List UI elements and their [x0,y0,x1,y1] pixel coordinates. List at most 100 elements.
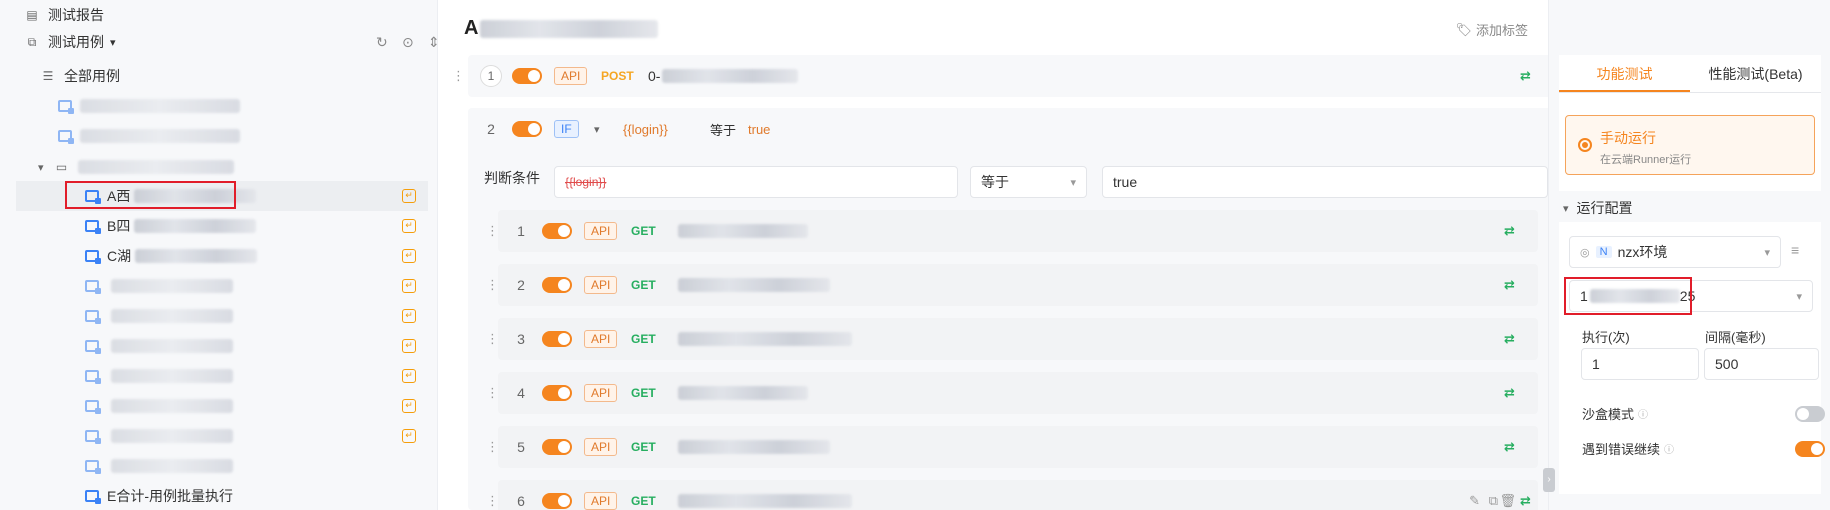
delete-icon[interactable]: 🗑 [1499,493,1516,509]
condition-operator: 等于 [710,122,737,138]
run-config-header[interactable]: ▾ 运行配置 [1563,198,1633,218]
refresh-icon[interactable]: ↻ [376,34,388,51]
case-icon [85,490,101,504]
sidebar-section-cases[interactable]: ⧉ 测试用例 ▾ ↻ ⊙ ⇕ [24,27,440,57]
list-item[interactable]: ↵ [16,271,428,301]
sub-step-row[interactable]: 6 API GET ✎ ⧉ 🗑 ⇄ [498,480,1538,510]
sub-step-row[interactable]: 2 API GET ⇄ [498,264,1538,306]
interval-label: 间隔(毫秒) [1705,330,1766,345]
shuffle-icon[interactable]: ⇄ [1504,332,1518,346]
list-item[interactable] [58,121,240,151]
copy-icon[interactable]: ⧉ [1489,493,1498,509]
collapse-panel-icon[interactable]: › [1543,468,1555,492]
step-type-tag: API [584,222,618,240]
exec-count-input[interactable]: 1 [1581,348,1699,380]
tab-functional-test[interactable]: 功能测试 [1559,55,1690,92]
sub-step-row[interactable]: 4 API GET ⇄ [498,372,1538,414]
shuffle-icon[interactable]: ⇄ [1504,386,1518,400]
list-item[interactable]: C湖 ↵ [16,241,428,271]
list-item[interactable]: E合计-用例批量执行 [16,481,428,510]
sub-step-row[interactable]: 5 API GET ⇄ [498,426,1538,468]
shuffle-icon[interactable]: ⇄ [1504,224,1518,238]
redacted-text [662,69,798,83]
environment-select[interactable]: ◎ N nzx环境 ▾ [1569,236,1781,268]
continue-on-error-label-row: 遇到错误继续 ⓘ [1582,439,1674,458]
list-item[interactable]: ↵ [16,361,428,391]
step-enable-toggle[interactable] [542,493,572,509]
list-item[interactable] [58,91,240,121]
sidebar-item-label: 全部用例 [64,68,120,84]
environment-badge: N [1595,246,1612,258]
run-mode-option[interactable]: 手动运行 在云端Runner运行 [1565,115,1815,175]
http-method: GET [631,386,656,400]
step-enable-toggle[interactable] [542,331,572,347]
redacted-text [678,224,808,238]
step-type-tag: IF [554,120,579,138]
step-row[interactable]: 1 API POST 0- ⇄ [468,55,1554,97]
sidebar-item-report[interactable]: ▤ 测试报告 [24,0,104,30]
continue-on-error-toggle[interactable] [1795,441,1825,457]
condition-variable-value: {{login}} [565,175,607,189]
sub-step-row[interactable]: 1 API GET ⇄ [498,210,1538,252]
redacted-text [111,459,233,473]
run-status-icon: ↵ [402,309,416,323]
list-item[interactable]: ↵ [16,301,428,331]
if-step-header[interactable]: 2 IF ▾ {{login}} 等于 true [468,108,1554,150]
list-item[interactable]: ↵ [16,421,428,451]
sub-step-row[interactable]: 3 API GET ⇄ [498,318,1538,360]
redacted-text [111,339,233,353]
menu-icon[interactable]: ≡ [1791,242,1799,258]
help-icon[interactable]: ⓘ [1664,441,1674,456]
run-status-icon: ↵ [402,429,416,443]
step-enable-toggle[interactable] [512,121,542,137]
shuffle-icon[interactable]: ⇄ [1504,440,1518,454]
shuffle-icon[interactable]: ⇄ [1504,278,1518,292]
add-tag-label: 添加标签 [1475,23,1528,38]
chevron-down-icon[interactable]: ▾ [594,123,600,136]
list-item[interactable]: B四 ↵ [16,211,428,241]
step-enable-toggle[interactable] [542,223,572,239]
condition-operator-select[interactable]: 等于 ▾ [970,166,1087,198]
environment-icon: ◎ [1580,246,1590,259]
highlight-box [65,181,236,209]
highlight-box [1564,277,1692,315]
step-type-tag: API [584,384,618,402]
redacted-text [111,429,233,443]
step-enable-toggle[interactable] [542,385,572,401]
case-icon [85,310,101,324]
redacted-text [77,160,234,174]
condition-variable-input[interactable]: {{login}} [554,166,958,198]
condition-value-input[interactable]: true [1102,166,1548,198]
redacted-text [678,494,852,508]
step-type-tag: API [584,438,618,456]
redacted-text [134,219,257,233]
sidebar-folder[interactable]: ▾ ▭ [38,152,234,182]
list-item[interactable]: ↵ [16,331,428,361]
add-tag-button[interactable]: 🏷 添加标签 [1455,20,1528,39]
condition-variable: {{login}} [623,121,668,137]
sidebar-item-all-cases[interactable]: ☰ 全部用例 [40,61,120,91]
page-title-text: A [464,17,479,39]
sandbox-toggle[interactable] [1795,406,1825,422]
chevron-down-icon[interactable]: ▾ [110,36,116,49]
chevron-down-icon[interactable]: ▾ [38,161,44,174]
step-enable-toggle[interactable] [512,68,542,84]
locate-icon[interactable]: ⊙ [402,34,414,51]
http-method: GET [631,332,656,346]
step-number: 1 [517,223,525,239]
list-item[interactable]: ↵ [16,391,428,421]
shuffle-icon[interactable]: ⇄ [1520,69,1534,83]
step-enable-toggle[interactable] [542,277,572,293]
redacted-text [678,386,808,400]
case-folder-icon: ⧉ [27,34,37,49]
list-item[interactable] [16,451,428,481]
run-config-label: 运行配置 [1576,200,1633,216]
tab-performance-test[interactable]: 性能测试(Beta) [1690,55,1821,92]
help-icon[interactable]: ⓘ [1638,406,1648,421]
case-icon [85,430,101,444]
shuffle-icon[interactable]: ⇄ [1520,494,1534,508]
interval-input[interactable]: 500 [1704,348,1819,380]
step-type-tag: API [584,492,618,510]
step-enable-toggle[interactable] [542,439,572,455]
edit-icon[interactable]: ✎ [1469,493,1480,509]
